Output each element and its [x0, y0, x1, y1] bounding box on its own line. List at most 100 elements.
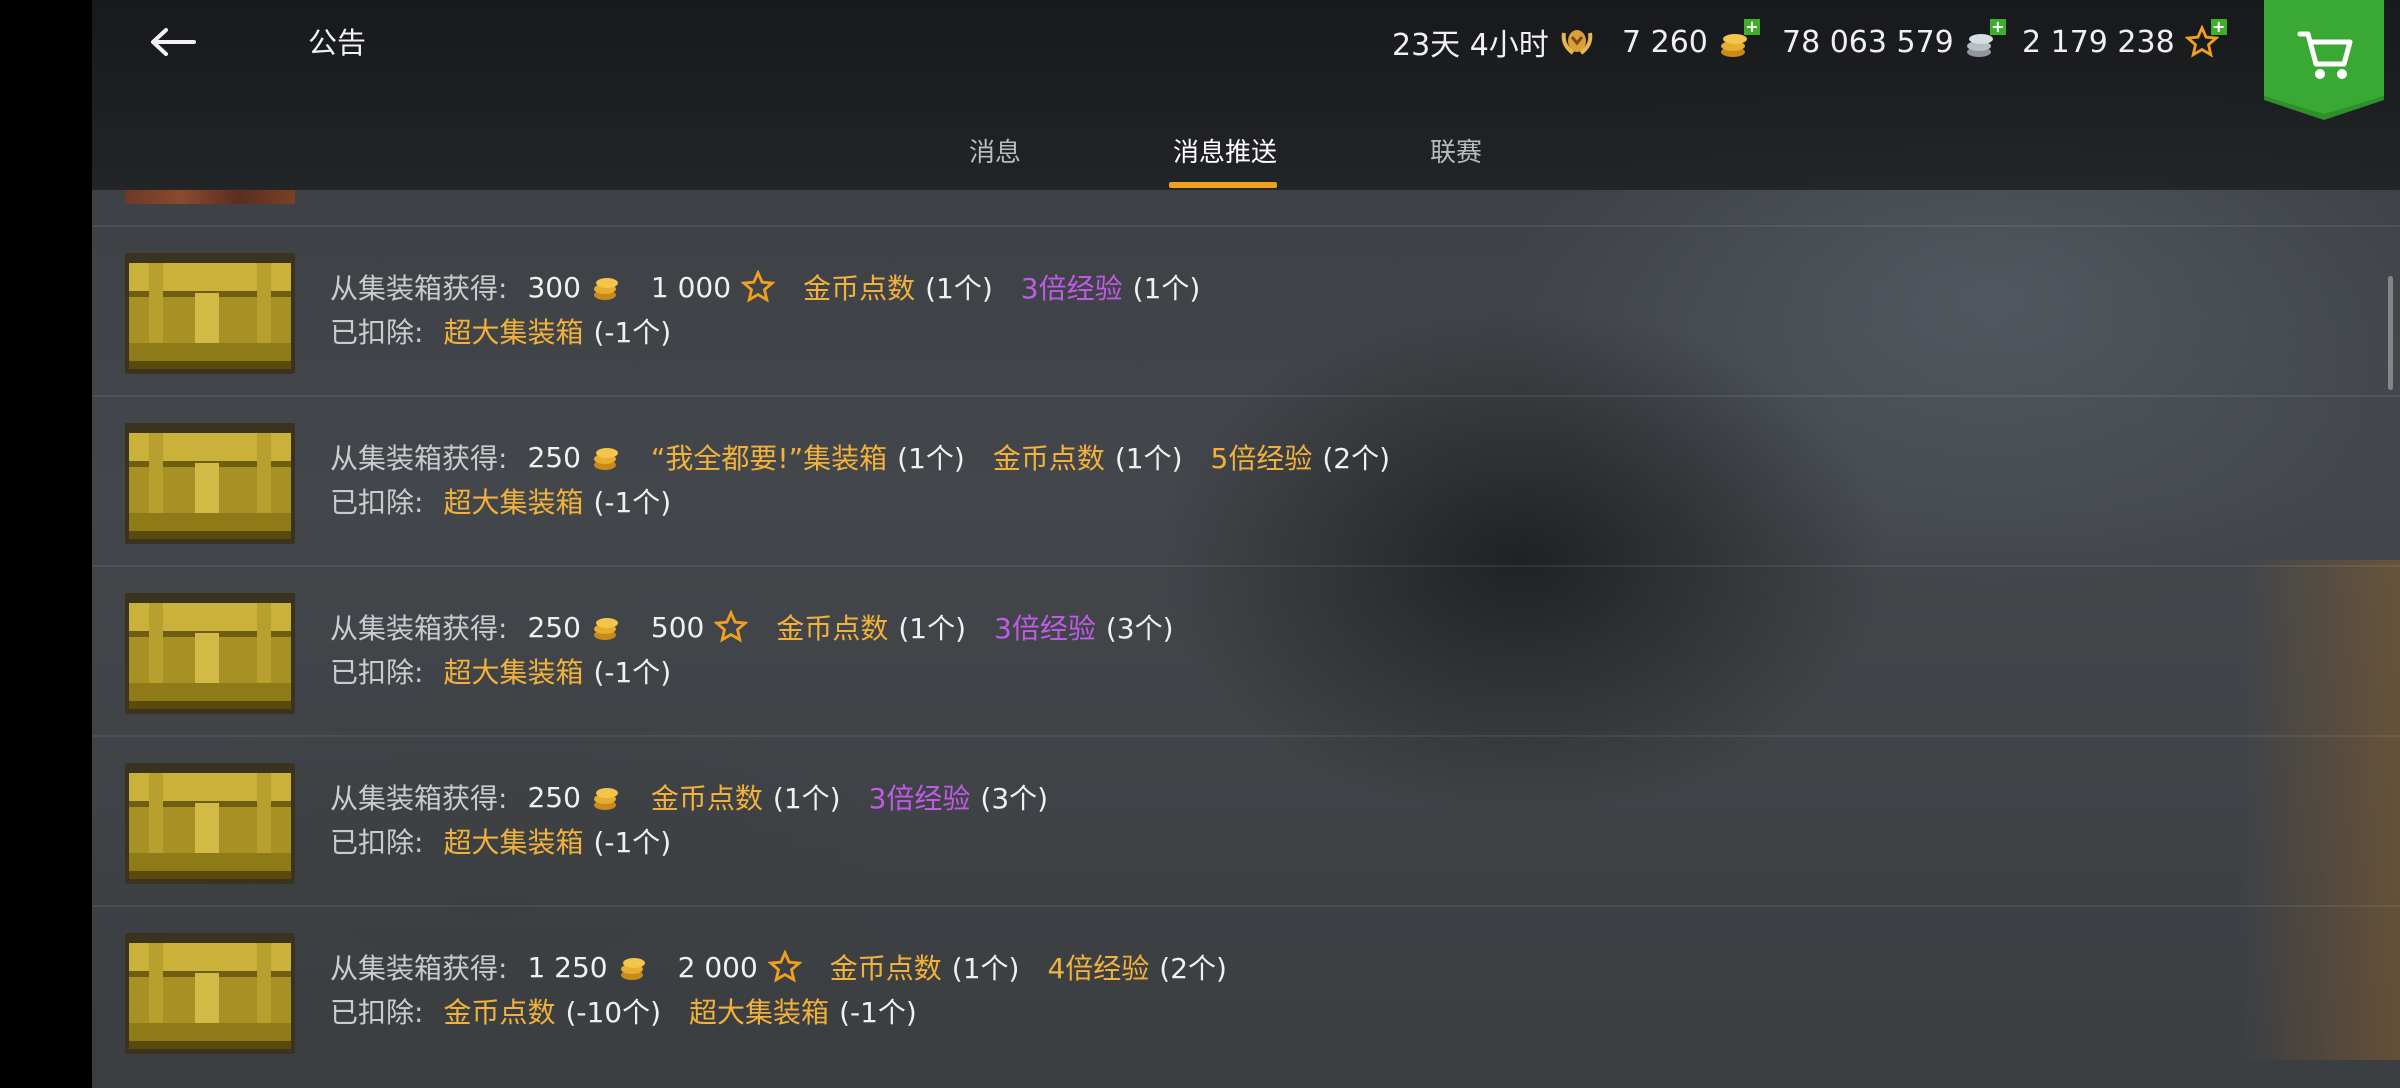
obtained-line: 从集装箱获得: 300 1 000 金币点数 (1个) 3倍经验 (1个)	[330, 267, 1228, 307]
free-xp-balance[interactable]: 2 179 238 +	[2022, 18, 2227, 66]
reward-item-count: (1个)	[772, 782, 841, 815]
container-chest-image	[125, 933, 295, 1054]
tab-league[interactable]: 联赛	[1430, 132, 1482, 169]
obtained-line: 从集装箱获得: 250 “我全都要!”集装箱 (1个) 金币点数 (1个) 5倍经验 (2个)	[330, 437, 1418, 477]
deducted-item-name: 超大集装箱	[443, 656, 584, 689]
deducted-line: 已扣除: 超大集装箱 (-1个)	[330, 821, 699, 861]
add-gold-plus-icon: +	[1743, 17, 1760, 36]
obtained-label: 从集装箱获得:	[330, 442, 508, 475]
active-tab-indicator	[1169, 182, 1277, 188]
silver-coins-icon: +	[1964, 19, 2006, 59]
reward-item-count: (1个)	[951, 952, 1020, 985]
gold-amount: 7 260	[1622, 24, 1708, 60]
deducted-line: 已扣除: 超大集装箱 (-1个)	[330, 311, 699, 351]
shop-cart-button[interactable]	[2264, 0, 2384, 120]
deducted-item-count: (-1个)	[593, 656, 672, 689]
reward-credits-amount: 2 000	[677, 950, 758, 984]
deducted-item-count: (-1个)	[839, 996, 917, 1029]
notification-list[interactable]: 从集装箱获得: 300 1 000 金币点数 (1个) 3倍经验 (1个) 已扣除: 超大集装箱…	[92, 190, 2400, 1088]
gold-coins-icon	[591, 272, 623, 302]
reward-item-name: 金币点数	[650, 782, 763, 815]
add-credits-plus-icon: +	[1989, 17, 2006, 36]
list-item[interactable]: 从集装箱获得: 250 “我全都要!”集装箱 (1个) 金币点数 (1个) 5倍经验 (2个)…	[92, 395, 2400, 565]
back-button[interactable]	[138, 18, 208, 66]
reward-credits-amount: 1 000	[650, 270, 732, 304]
reward-gold-amount: 250	[527, 440, 581, 474]
list-item[interactable]: 从集装箱获得: 1 250 2 000 金币点数 (1个) 4倍经验 (2个) 已扣除: 金币点…	[92, 905, 2400, 1075]
deducted-item-name: 超大集装箱	[443, 316, 584, 349]
deducted-item-count: (-10个)	[565, 996, 662, 1029]
credits-balance[interactable]: 78 063 579 +	[1782, 18, 2006, 66]
deducted-item-name: 金币点数	[443, 996, 556, 1029]
reward-item-name: “我全都要!”集装箱	[650, 442, 888, 475]
premium-account-indicator[interactable]: 23天 4小时	[1392, 18, 1593, 66]
gold-coins-icon: +	[1718, 19, 1760, 59]
gold-coins-icon	[591, 612, 623, 642]
reward-item-count: (1个)	[1114, 442, 1183, 475]
deducted-label: 已扣除:	[330, 656, 424, 689]
scrollbar[interactable]	[2388, 276, 2393, 390]
deducted-line: 已扣除: 金币点数 (-10个) 超大集装箱 (-1个)	[330, 991, 945, 1031]
reward-credits-amount: 500	[650, 610, 705, 644]
reward-gold-amount: 300	[527, 270, 581, 304]
list-item[interactable]: 从集装箱获得: 250 500 金币点数 (1个) 3倍经验 (3个) 已扣除: 超大集装箱 (-…	[92, 565, 2400, 735]
reward-item-count: (2个)	[1159, 952, 1227, 985]
reward-item-count: (3个)	[1105, 612, 1174, 645]
tab-bar: 消息 消息推送 联赛	[92, 120, 2400, 188]
deducted-item-name: 超大集装箱	[689, 996, 830, 1029]
reward-item-count: (1个)	[897, 442, 965, 475]
reward-item-name: 金币点数	[829, 952, 942, 985]
obtained-label: 从集装箱获得:	[330, 612, 508, 645]
reward-gold-amount: 250	[527, 780, 581, 814]
deducted-line: 已扣除: 超大集装箱 (-1个)	[330, 651, 699, 691]
reward-item-name: 金币点数	[803, 272, 916, 305]
premium-laurel-icon	[1559, 25, 1593, 59]
deducted-item-name: 超大集装箱	[443, 826, 584, 859]
star-icon	[713, 609, 749, 644]
main-screen: 公告 23天 4小时 7 260 + 78 063 579 + 2 179 23…	[92, 0, 2400, 1088]
credits-amount: 78 063 579	[1782, 24, 1954, 60]
gold-coins-icon	[618, 952, 650, 982]
reward-item-name: 3倍经验	[1020, 272, 1123, 305]
obtained-label: 从集装箱获得:	[330, 952, 508, 985]
reward-item-count: (2个)	[1322, 442, 1390, 475]
reward-item-count: (1个)	[925, 272, 993, 305]
reward-gold-amount: 250	[527, 610, 581, 644]
reward-item-count: (3个)	[980, 782, 1049, 815]
container-chest-image	[125, 763, 295, 884]
reward-item-count: (1个)	[1132, 272, 1201, 305]
reward-gold-amount: 1 250	[527, 950, 608, 984]
container-chest-image	[125, 253, 295, 374]
reward-item-name: 金币点数	[992, 442, 1105, 475]
star-icon	[767, 949, 803, 984]
deducted-line: 已扣除: 超大集装箱 (-1个)	[330, 481, 699, 521]
page-title: 公告	[308, 26, 367, 60]
reward-item-name: 金币点数	[776, 612, 889, 645]
obtained-label: 从集装箱获得:	[330, 782, 508, 815]
container-chest-image	[125, 593, 295, 714]
cart-icon	[2264, 0, 2384, 120]
left-black-bar	[0, 0, 92, 1088]
deducted-item-count: (-1个)	[593, 486, 672, 519]
deducted-label: 已扣除:	[330, 826, 424, 859]
deducted-item-count: (-1个)	[593, 826, 672, 859]
premium-time: 23天 4小时	[1392, 28, 1549, 63]
container-chest-image	[125, 423, 295, 544]
list-item[interactable]: 从集装箱获得: 300 1 000 金币点数 (1个) 3倍经验 (1个) 已扣除: 超大集装箱…	[92, 225, 2400, 395]
deducted-item-name: 超大集装箱	[443, 486, 584, 519]
reward-item-count: (1个)	[898, 612, 967, 645]
add-xp-plus-icon: +	[2210, 17, 2227, 36]
obtained-line: 从集装箱获得: 1 250 2 000 金币点数 (1个) 4倍经验 (2个)	[330, 947, 1255, 987]
deducted-label: 已扣除:	[330, 486, 424, 519]
tab-messages[interactable]: 消息	[969, 132, 1021, 169]
gold-coins-icon	[591, 442, 623, 472]
back-arrow-icon	[151, 28, 196, 56]
list-item[interactable]: 从集装箱获得: 250 金币点数 (1个) 3倍经验 (3个) 已扣除: 超大集装箱 (-1个)	[92, 735, 2400, 905]
gold-coins-icon	[591, 782, 623, 812]
gold-balance[interactable]: 7 260 +	[1622, 18, 1760, 66]
deducted-item-count: (-1个)	[593, 316, 672, 349]
deducted-label: 已扣除:	[330, 996, 424, 1029]
reward-item-name: 3倍经验	[994, 612, 1096, 645]
obtained-line: 从集装箱获得: 250 金币点数 (1个) 3倍经验 (3个)	[330, 777, 1076, 817]
tab-push-messages[interactable]: 消息推送	[1173, 132, 1277, 169]
